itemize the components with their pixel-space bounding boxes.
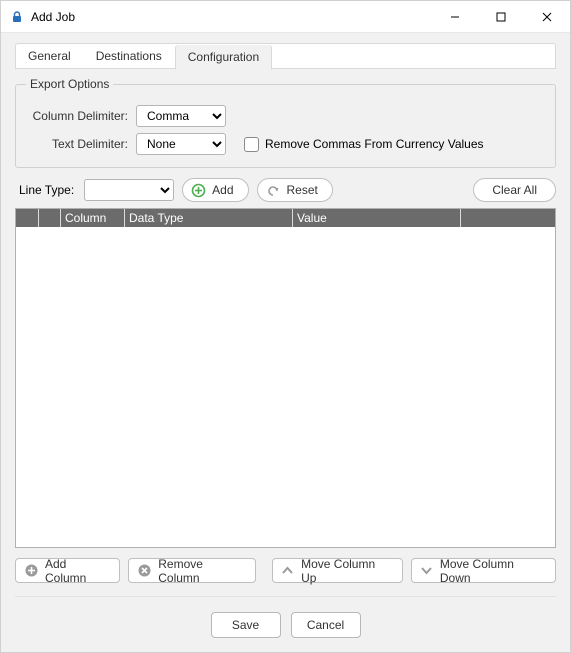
- export-options-legend: Export Options: [26, 77, 113, 91]
- line-type-row: Line Type: Add: [15, 178, 556, 202]
- column-delimiter-label: Column Delimiter:: [26, 109, 136, 123]
- configuration-panel: Export Options Column Delimiter: Comma T…: [15, 69, 556, 583]
- grid-header-datatype[interactable]: Data Type: [124, 209, 292, 227]
- plus-circle-icon: [191, 183, 206, 198]
- grid-header-blank2[interactable]: [38, 209, 60, 227]
- column-delimiter-select[interactable]: Comma: [136, 105, 226, 127]
- remove-commas-checkbox[interactable]: [244, 137, 259, 152]
- export-options-group: Export Options Column Delimiter: Comma T…: [15, 77, 556, 168]
- plus-circle-gray-icon: [24, 563, 39, 578]
- tab-configuration-label: Configuration: [188, 50, 259, 64]
- move-down-label: Move Column Down: [440, 557, 543, 585]
- column-buttons-row: Add Column Remove Column: [15, 558, 556, 583]
- add-column-button[interactable]: Add Column: [15, 558, 120, 583]
- tab-bar: General Destinations Configuration: [15, 43, 556, 69]
- save-label: Save: [232, 618, 259, 632]
- minimize-button[interactable]: [432, 1, 478, 32]
- grid-header-blank1[interactable]: [16, 209, 38, 227]
- maximize-button[interactable]: [478, 1, 524, 32]
- window-title: Add Job: [31, 10, 75, 24]
- lock-icon: [9, 9, 25, 25]
- grid-body: [16, 227, 555, 547]
- remove-commas-label: Remove Commas From Currency Values: [265, 137, 484, 151]
- tab-general[interactable]: General: [16, 44, 84, 68]
- dialog-button-bar: Save Cancel: [15, 596, 556, 652]
- client-area: General Destinations Configuration Expor…: [1, 33, 570, 652]
- grid-header: Column Data Type Value: [16, 209, 555, 227]
- close-button[interactable]: [524, 1, 570, 32]
- column-delimiter-row: Column Delimiter: Comma: [26, 105, 545, 127]
- window: Add Job General Destinations Configurati…: [0, 0, 571, 653]
- undo-icon: [266, 183, 281, 198]
- cancel-button[interactable]: Cancel: [291, 612, 361, 638]
- text-delimiter-select[interactable]: None: [136, 133, 226, 155]
- grid-header-value[interactable]: Value: [292, 209, 460, 227]
- reset-button-label: Reset: [287, 183, 318, 197]
- grid-header-tail[interactable]: [460, 209, 555, 227]
- chevron-down-icon: [420, 563, 434, 578]
- move-up-label: Move Column Up: [301, 557, 389, 585]
- titlebar: Add Job: [1, 1, 570, 33]
- line-type-label: Line Type:: [15, 183, 76, 197]
- add-button-label: Add: [212, 183, 233, 197]
- cancel-label: Cancel: [307, 618, 344, 632]
- save-button[interactable]: Save: [211, 612, 281, 638]
- remove-column-label: Remove Column: [158, 557, 243, 585]
- chevron-up-icon: [281, 563, 295, 578]
- tab-general-label: General: [28, 49, 71, 63]
- tab-destinations[interactable]: Destinations: [84, 44, 175, 68]
- tab-configuration[interactable]: Configuration: [175, 45, 272, 70]
- window-controls: [432, 1, 570, 32]
- reset-button[interactable]: Reset: [257, 178, 333, 202]
- text-delimiter-row: Text Delimiter: None Remove Commas From …: [26, 133, 545, 155]
- grid-header-column[interactable]: Column: [60, 209, 124, 227]
- clear-all-button[interactable]: Clear All: [473, 178, 556, 202]
- remove-commas-checkbox-wrap[interactable]: Remove Commas From Currency Values: [244, 137, 484, 152]
- tab-destinations-label: Destinations: [96, 49, 162, 63]
- clear-all-label: Clear All: [492, 183, 537, 197]
- column-grid[interactable]: Column Data Type Value: [15, 208, 556, 548]
- add-column-label: Add Column: [45, 557, 107, 585]
- x-circle-gray-icon: [137, 563, 152, 578]
- text-delimiter-label: Text Delimiter:: [26, 137, 136, 151]
- move-column-up-button[interactable]: Move Column Up: [272, 558, 403, 583]
- remove-column-button[interactable]: Remove Column: [128, 558, 256, 583]
- line-type-select[interactable]: [84, 179, 174, 201]
- move-column-down-button[interactable]: Move Column Down: [411, 558, 556, 583]
- add-button[interactable]: Add: [182, 178, 248, 202]
